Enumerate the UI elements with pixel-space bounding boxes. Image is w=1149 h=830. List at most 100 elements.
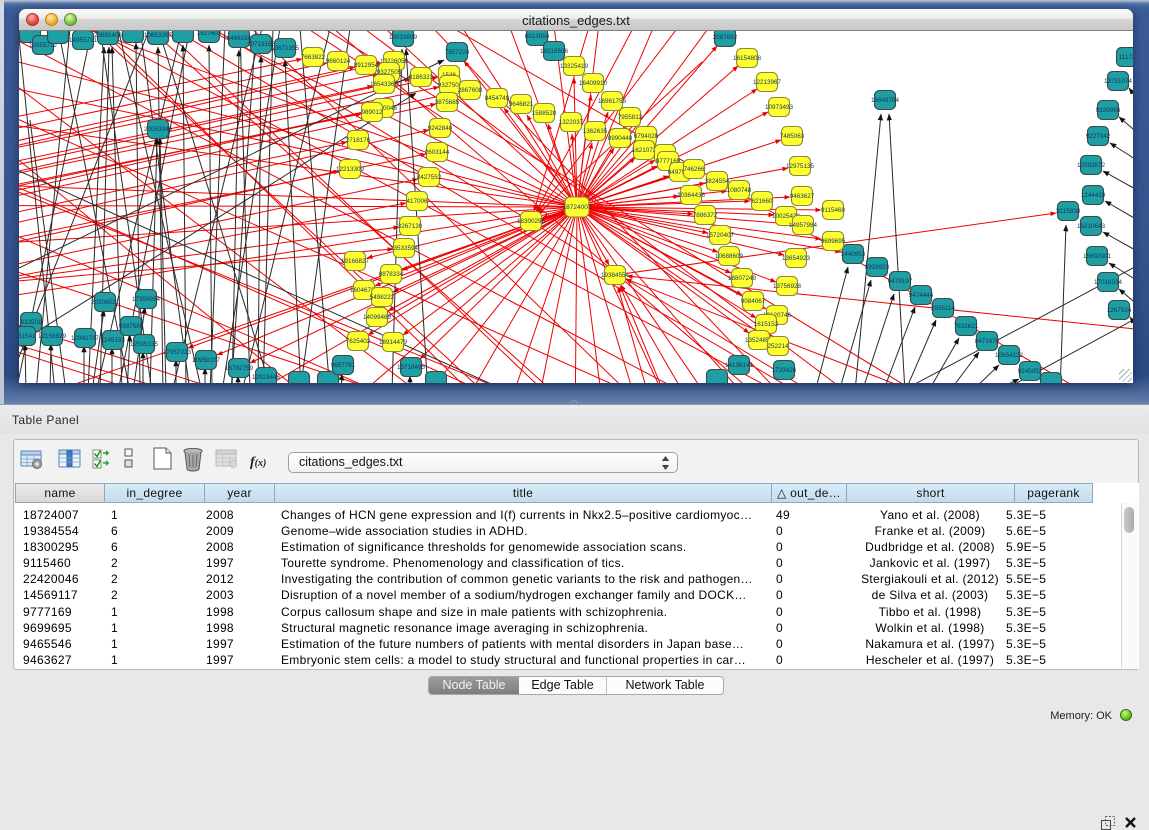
svg-text:14099469: 14099469 xyxy=(363,314,392,321)
svg-text:2935114: 2935114 xyxy=(931,305,956,312)
svg-text:9397586: 9397586 xyxy=(119,323,144,330)
svg-text:11172: 11172 xyxy=(1119,54,1133,61)
svg-text:7886372: 7886372 xyxy=(693,212,718,219)
svg-text:1621072: 1621072 xyxy=(632,147,657,154)
svg-text:10973493: 10973493 xyxy=(765,104,794,111)
svg-text:16914479: 16914479 xyxy=(379,339,408,346)
svg-text:8938923: 8938923 xyxy=(865,264,890,271)
svg-text:14136141: 14136141 xyxy=(725,362,754,369)
svg-text:15692901: 15692901 xyxy=(1083,253,1112,260)
svg-text:17016534: 17016534 xyxy=(1094,279,1123,286)
svg-text:19384554: 19384554 xyxy=(601,272,630,279)
svg-text:1440953: 1440953 xyxy=(841,251,866,258)
svg-text:13654923: 13654923 xyxy=(782,255,811,262)
svg-text:10688609: 10688609 xyxy=(715,253,744,260)
svg-text:2087682: 2087682 xyxy=(713,34,738,41)
svg-text:1362635: 1362635 xyxy=(583,128,608,135)
svg-text:13325419: 13325419 xyxy=(560,63,589,70)
svg-text:931541: 931541 xyxy=(19,333,36,340)
svg-text:1322037: 1322037 xyxy=(559,119,584,126)
svg-text:417006: 417006 xyxy=(406,198,428,205)
svg-text:989012: 989012 xyxy=(361,109,383,116)
svg-text:9329966: 9329966 xyxy=(1096,107,1121,114)
svg-text:10958107: 10958107 xyxy=(192,357,221,364)
svg-text:7955812: 7955812 xyxy=(618,114,643,121)
svg-text:13533594: 13533594 xyxy=(390,245,419,252)
svg-text:1733426: 1733426 xyxy=(772,367,797,374)
svg-text:621660: 621660 xyxy=(751,198,773,205)
svg-text:8878334: 8878334 xyxy=(379,271,404,278)
svg-text:16210643: 16210643 xyxy=(1077,223,1106,230)
svg-text:12213967: 12213967 xyxy=(753,79,782,86)
svg-text:8990448: 8990448 xyxy=(608,135,633,142)
svg-text:10671355: 10671355 xyxy=(271,45,300,52)
svg-text:8813054: 8813054 xyxy=(525,33,550,40)
svg-text:f(x): f(x) xyxy=(250,455,266,470)
svg-text:12093872: 12093872 xyxy=(1077,162,1106,169)
svg-text:9474444: 9474444 xyxy=(909,292,934,299)
svg-text:2867608: 2867608 xyxy=(458,87,483,94)
svg-text:1588520: 1588520 xyxy=(532,110,557,117)
svg-text:18724007: 18724007 xyxy=(563,204,592,211)
svg-text:12975135: 12975135 xyxy=(786,163,815,170)
svg-text:15718485: 15718485 xyxy=(397,364,426,371)
svg-text:7625402: 7625402 xyxy=(346,338,371,345)
svg-text:17957223: 17957223 xyxy=(163,349,192,356)
svg-text:19218506: 19218506 xyxy=(540,48,569,55)
svg-text:14957984: 14957984 xyxy=(789,222,818,229)
svg-text:252214: 252214 xyxy=(767,343,789,350)
svg-text:9657791: 9657791 xyxy=(331,362,356,369)
svg-text:12942737: 12942737 xyxy=(71,335,100,342)
svg-text:2718176: 2718176 xyxy=(346,137,371,144)
svg-text:16154808: 16154808 xyxy=(733,55,762,62)
svg-text:1267534: 1267534 xyxy=(1107,307,1132,314)
svg-text:6479197: 6479197 xyxy=(888,278,913,285)
svg-text:16648784: 16648784 xyxy=(871,97,900,104)
svg-text:7663822: 7663822 xyxy=(301,54,326,61)
svg-text:933501: 933501 xyxy=(20,319,42,326)
svg-text:3215938: 3215938 xyxy=(1056,208,1081,215)
svg-text:9699695: 9699695 xyxy=(821,238,846,245)
svg-text:1080748: 1080748 xyxy=(727,187,752,194)
svg-text:9245052: 9245052 xyxy=(1018,368,1043,375)
svg-text:8912954: 8912954 xyxy=(354,62,379,69)
svg-text:18300295: 18300295 xyxy=(517,218,546,225)
svg-text:9227342: 9227342 xyxy=(1086,133,1111,140)
svg-text:1244419: 1244419 xyxy=(1081,192,1106,199)
svg-text:13756928: 13756928 xyxy=(773,283,802,290)
svg-text:12505135: 12505135 xyxy=(130,341,159,348)
svg-text:6794028: 6794028 xyxy=(634,133,659,140)
svg-text:7632621: 7632621 xyxy=(954,323,979,330)
svg-text:9860124: 9860124 xyxy=(326,58,351,65)
svg-text:16782759: 16782759 xyxy=(225,365,254,372)
svg-text:9646821: 9646821 xyxy=(509,101,534,108)
svg-text:12156829: 12156829 xyxy=(38,333,67,340)
svg-text:8186323: 8186323 xyxy=(409,74,434,81)
svg-text:3824554: 3824554 xyxy=(705,178,730,185)
svg-text:8454749: 8454749 xyxy=(485,95,510,102)
svg-text:16961758: 16961758 xyxy=(598,98,627,105)
svg-text:17359934: 17359934 xyxy=(132,296,161,303)
svg-text:20053346: 20053346 xyxy=(144,126,173,133)
svg-text:16543362: 16543362 xyxy=(370,81,399,88)
svg-text:20691406: 20691406 xyxy=(94,32,123,39)
svg-text:12213309: 12213309 xyxy=(336,166,365,173)
svg-text:3875685: 3875685 xyxy=(435,99,460,106)
svg-text:746266: 746266 xyxy=(683,166,705,173)
svg-text:8427552: 8427552 xyxy=(417,174,442,181)
svg-text:1145193: 1145193 xyxy=(101,337,126,344)
svg-text:13751074: 13751074 xyxy=(1104,78,1133,85)
svg-text:16409910: 16409910 xyxy=(579,80,608,87)
svg-text:9115460: 9115460 xyxy=(821,207,846,214)
svg-text:18807249: 18807249 xyxy=(728,275,757,282)
svg-text:1527602: 1527602 xyxy=(197,31,222,37)
svg-text:9242848: 9242848 xyxy=(428,125,453,132)
svg-text:19166827: 19166827 xyxy=(341,258,370,265)
svg-text:9084067: 9084067 xyxy=(741,298,766,305)
svg-text:8471676: 8471676 xyxy=(975,338,1000,345)
svg-text:15720407: 15720407 xyxy=(706,232,735,239)
svg-text:7485063: 7485063 xyxy=(780,133,805,140)
svg-text:2603144: 2603144 xyxy=(425,149,450,156)
svg-text:10653267: 10653267 xyxy=(144,32,173,39)
svg-text:10654122: 10654122 xyxy=(995,352,1024,359)
